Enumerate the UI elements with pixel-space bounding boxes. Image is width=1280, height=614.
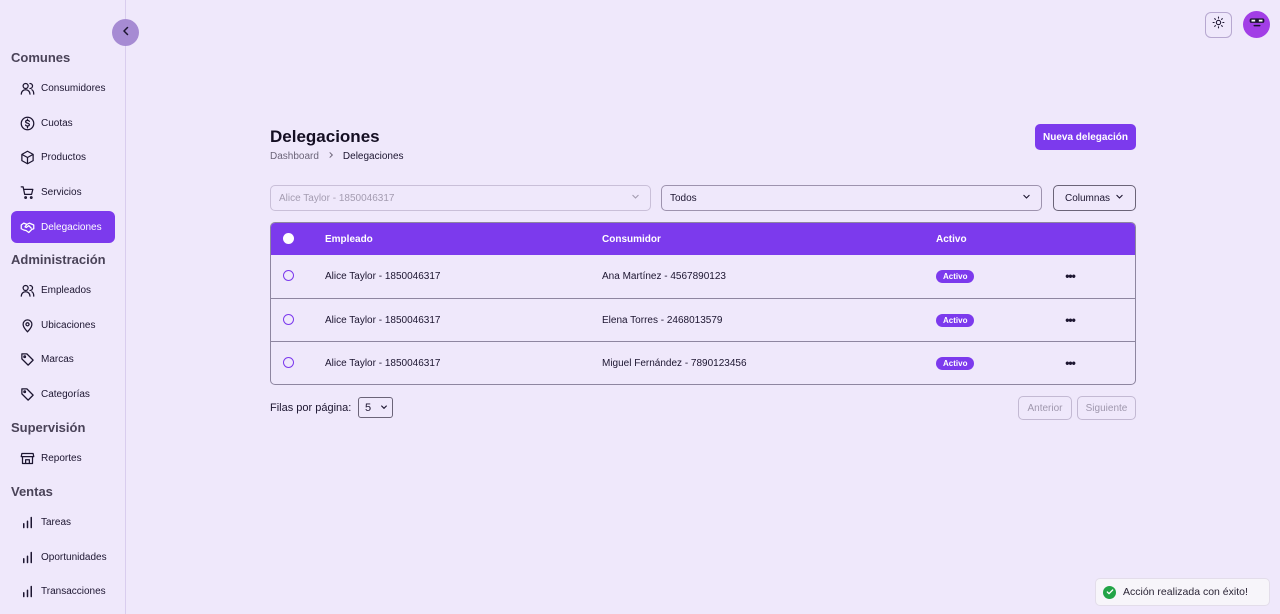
sidebar-item-servicios[interactable]: Servicios <box>11 176 115 208</box>
sidebar: Comunes Consumidores Cuotas Productos Se… <box>0 0 126 614</box>
bar-chart-icon <box>19 514 35 530</box>
sidebar-item-label: Reportes <box>41 452 82 464</box>
chevron-right-icon <box>327 151 335 162</box>
sidebar-item-marcas[interactable]: Marcas <box>11 343 115 375</box>
sidebar-item-label: Marcas <box>41 353 74 365</box>
next-page-button[interactable]: Siguiente <box>1077 396 1136 420</box>
sidebar-item-label: Servicios <box>41 186 82 198</box>
sidebar-item-label: Oportunidades <box>41 551 107 563</box>
row-actions-menu-icon[interactable]: ••• <box>1063 313 1077 327</box>
column-header-activo[interactable]: Activo <box>936 223 967 255</box>
table-header: Empleado Consumidor Activo <box>271 223 1135 255</box>
row-select-radio[interactable] <box>283 357 294 368</box>
sidebar-item-label: Ubicaciones <box>41 319 96 331</box>
consumer-cell: Miguel Fernández - 7890123456 <box>602 358 747 369</box>
sidebar-item-label: Empleados <box>41 284 92 296</box>
status-badge: Activo <box>936 314 975 327</box>
consumer-cell: Ana Martínez - 4567890123 <box>602 271 726 282</box>
sidebar-item-transacciones[interactable]: Transacciones <box>11 575 115 607</box>
new-delegation-button[interactable]: Nueva delegación <box>1035 124 1136 150</box>
row-select-radio[interactable] <box>283 270 294 281</box>
chevron-down-icon <box>380 402 388 414</box>
tag-icon <box>19 386 35 402</box>
employee-cell: Alice Taylor - 1850046317 <box>325 271 441 282</box>
chevron-left-icon <box>120 24 132 42</box>
table-row: Alice Taylor - 1850046317 Ana Martínez -… <box>271 255 1135 298</box>
sidebar-item-tareas[interactable]: Tareas <box>11 506 115 538</box>
success-toast: Acción realizada con éxito! <box>1095 578 1270 606</box>
columns-button-label: Columnas <box>1064 192 1111 204</box>
status-badge: Activo <box>936 270 975 283</box>
sidebar-item-ubicaciones[interactable]: Ubicaciones <box>11 309 115 341</box>
row-actions-menu-icon[interactable]: ••• <box>1063 356 1077 370</box>
row-actions-menu-icon[interactable]: ••• <box>1063 269 1077 283</box>
theme-toggle-button[interactable] <box>1205 12 1232 38</box>
status-filter-select[interactable]: Todos <box>661 185 1042 211</box>
bar-chart-icon <box>19 583 35 599</box>
section-title-ventas: Ventas <box>11 484 53 499</box>
column-header-consumidor[interactable]: Consumidor <box>602 223 661 255</box>
package-icon <box>19 149 35 165</box>
column-header-empleado[interactable]: Empleado <box>325 223 373 255</box>
sidebar-item-label: Transacciones <box>41 585 106 597</box>
chevron-down-icon <box>631 192 640 204</box>
row-select-radio[interactable] <box>283 314 294 325</box>
breadcrumb: Dashboard Delegaciones <box>270 151 404 162</box>
employee-filter-select[interactable]: Alice Taylor - 1850046317 <box>270 185 651 211</box>
sidebar-item-label: Delegaciones <box>41 221 102 233</box>
sidebar-item-categorias[interactable]: Categorías <box>11 378 115 410</box>
map-pin-icon <box>19 317 35 333</box>
sidebar-item-cuotas[interactable]: Cuotas <box>11 107 115 139</box>
store-icon <box>19 450 35 466</box>
employee-cell: Alice Taylor - 1850046317 <box>325 358 441 369</box>
table-row: Alice Taylor - 1850046317 Miguel Fernánd… <box>271 341 1135 384</box>
handshake-icon <box>19 219 35 235</box>
sidebar-item-label: Productos <box>41 151 87 163</box>
chevron-down-icon <box>1115 192 1124 204</box>
robot-face-icon <box>1246 11 1268 38</box>
dollar-circle-icon <box>19 115 35 131</box>
sidebar-item-label: Cuotas <box>41 117 73 129</box>
rows-per-page-label: Filas por página: <box>270 402 352 414</box>
section-title-supervision: Supervisión <box>11 420 86 435</box>
users-icon <box>19 282 35 298</box>
rows-per-page-select[interactable]: 5 <box>358 397 393 418</box>
sidebar-item-consumidores[interactable]: Consumidores <box>11 72 115 104</box>
sidebar-item-productos[interactable]: Productos <box>11 141 115 173</box>
sidebar-item-empleados[interactable]: Empleados <box>11 274 115 306</box>
previous-page-button[interactable]: Anterior <box>1018 396 1072 420</box>
select-all-radio[interactable] <box>283 233 294 244</box>
status-badge: Activo <box>936 357 975 370</box>
chevron-down-icon <box>1022 192 1031 204</box>
check-circle-icon <box>1103 585 1116 599</box>
breadcrumb-current: Delegaciones <box>342 151 404 162</box>
cart-icon <box>19 184 35 200</box>
rows-per-page-value: 5 <box>365 401 372 414</box>
sidebar-item-delegaciones[interactable]: Delegaciones <box>11 211 115 243</box>
employee-cell: Alice Taylor - 1850046317 <box>325 315 441 326</box>
sidebar-item-label: Tareas <box>41 516 72 528</box>
table-row: Alice Taylor - 1850046317 Elena Torres -… <box>271 298 1135 341</box>
bar-chart-icon <box>19 549 35 565</box>
sidebar-item-oportunidades[interactable]: Oportunidades <box>11 541 115 573</box>
page-title: Delegaciones <box>270 127 380 146</box>
tag-icon <box>19 351 35 367</box>
sidebar-collapse-button[interactable] <box>112 19 139 46</box>
employee-filter-value: Alice Taylor - 1850046317 <box>279 192 395 204</box>
avatar[interactable] <box>1243 11 1270 38</box>
toast-message: Acción realizada con éxito! <box>1123 586 1248 598</box>
breadcrumb-dashboard[interactable]: Dashboard <box>270 151 319 162</box>
delegations-table: Empleado Consumidor Activo Alice Taylor … <box>270 222 1136 385</box>
sidebar-item-reportes[interactable]: Reportes <box>11 442 115 474</box>
status-filter-value: Todos <box>670 192 697 204</box>
section-title-administracion: Administración <box>11 252 106 267</box>
sidebar-item-label: Consumidores <box>41 82 106 94</box>
columns-button[interactable]: Columnas <box>1053 185 1136 211</box>
sidebar-item-label: Categorías <box>41 388 90 400</box>
users-icon <box>19 80 35 96</box>
consumer-cell: Elena Torres - 2468013579 <box>602 315 723 326</box>
sun-icon <box>1212 16 1225 34</box>
section-title-comunes: Comunes <box>11 50 71 65</box>
